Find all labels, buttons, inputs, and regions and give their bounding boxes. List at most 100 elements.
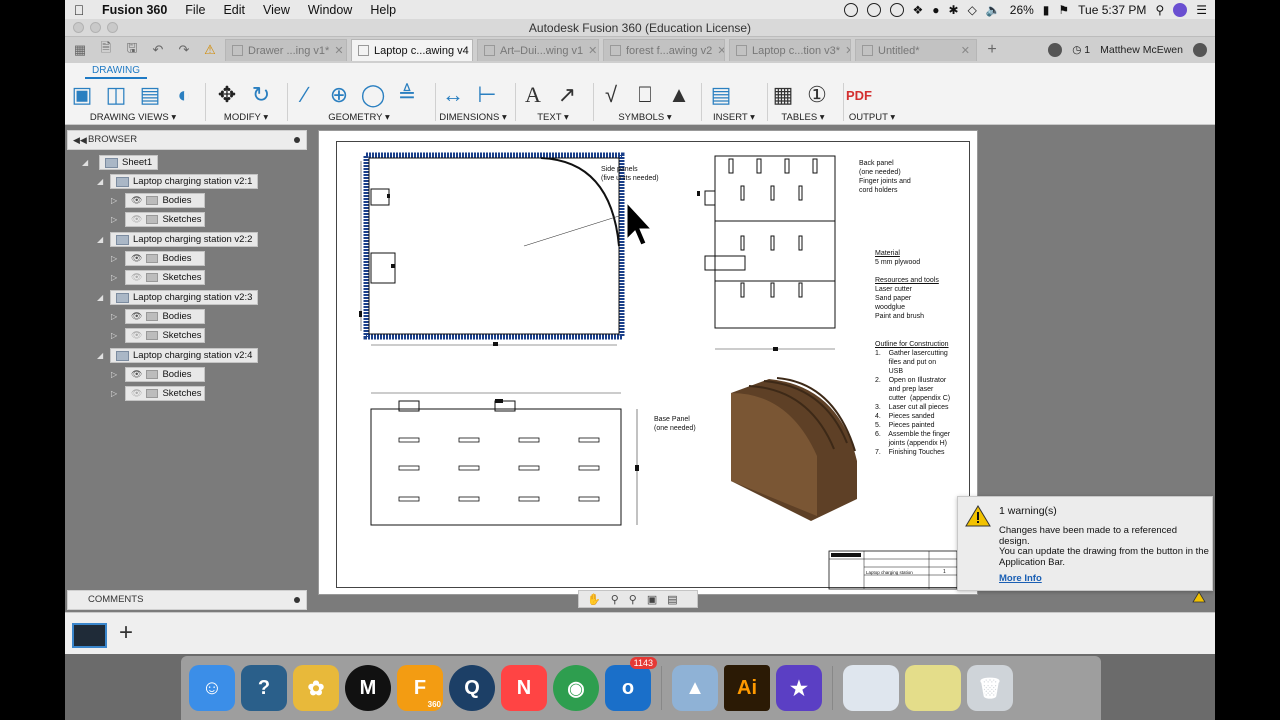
close-tab-icon[interactable]: ✕: [334, 44, 343, 57]
group-label[interactable]: SYMBOLS ▾: [597, 112, 693, 123]
menu-view[interactable]: View: [254, 3, 299, 17]
undo-icon[interactable]: ↶: [147, 40, 169, 60]
apple-menu-icon[interactable]: : [65, 2, 93, 18]
tab-laptop-station-v3[interactable]: Laptop c...tion v3* ✕: [729, 39, 851, 61]
outlook-icon[interactable]: o 1143: [605, 657, 657, 711]
zoom-window-icon[interactable]: [107, 22, 118, 33]
section-view-icon[interactable]: ▤: [136, 82, 164, 108]
tree-sheet[interactable]: Sheet1: [99, 155, 159, 170]
job-status[interactable]: ◷ 1: [1072, 44, 1090, 56]
tab-drawer[interactable]: Drawer ...ing v1* ✕: [225, 39, 347, 61]
text-icon[interactable]: A: [519, 82, 547, 108]
fusion-360-dock-icon[interactable]: F 360: [397, 665, 443, 711]
display-settings-icon[interactable]: ▤: [667, 593, 677, 606]
record-status-icon[interactable]: [843, 2, 858, 17]
move-icon[interactable]: ✥: [213, 82, 241, 108]
tree-bodies[interactable]: 👁 Bodies: [125, 251, 205, 266]
spotlight-search-icon[interactable]: ⚲: [1155, 3, 1164, 17]
expand-arrow-icon[interactable]: ▷: [111, 389, 117, 398]
finder-icon[interactable]: ☺: [189, 665, 235, 711]
flag-icon[interactable]: ⚑: [1058, 3, 1069, 17]
tab-untitled[interactable]: Untitled* ✕: [855, 39, 977, 61]
browser-panel-header[interactable]: ◀◀ BROWSER: [67, 130, 307, 150]
visibility-eye-icon[interactable]: 👁: [131, 329, 142, 342]
group-label[interactable]: DIMENSIONS ▾: [439, 112, 507, 123]
expand-arrow-icon[interactable]: ▷: [111, 273, 117, 282]
user-name[interactable]: Matthew McEwen: [1100, 44, 1183, 56]
close-tab-icon[interactable]: ✕: [845, 44, 850, 57]
close-tab-icon[interactable]: ✕: [588, 44, 597, 57]
group-symbols[interactable]: √ ⎕ ▲ SYMBOLS ▾: [597, 80, 693, 124]
material-title[interactable]: Material: [875, 249, 900, 258]
dimension-icon[interactable]: ↔: [439, 82, 467, 108]
help-viewer-icon[interactable]: ?: [241, 665, 287, 711]
bluetooth-icon[interactable]: ✱: [949, 3, 959, 17]
comments-panel-header[interactable]: COMMENTS: [67, 590, 307, 610]
group-label[interactable]: MODIFY ▾: [213, 112, 279, 123]
group-dimensions[interactable]: ↔ ⊢ DIMENSIONS ▾: [439, 80, 507, 124]
tree-bodies[interactable]: 👁 Bodies: [125, 367, 205, 382]
collapse-panel-icon[interactable]: ◀◀: [73, 131, 87, 149]
expand-arrow-icon[interactable]: ▷: [111, 312, 117, 321]
tab-forest[interactable]: forest f...awing v2 ✕: [603, 39, 725, 61]
clock[interactable]: Tue 5:37 PM: [1078, 3, 1146, 17]
group-label[interactable]: DRAWING VIEWS ▾: [68, 112, 198, 123]
imovie-icon[interactable]: ★: [776, 665, 822, 711]
trash-icon[interactable]: 🗑: [967, 665, 1013, 711]
tree-bodies[interactable]: 👁 Bodies: [125, 193, 205, 208]
back-panel-view[interactable]: [697, 155, 836, 351]
tree-component[interactable]: Laptop charging station v2:1: [110, 174, 259, 189]
group-geometry[interactable]: ∕ ⊕ ◯ ≜ GEOMETRY ▾: [291, 80, 427, 124]
tree-sketches[interactable]: 👁 Sketches: [125, 270, 205, 285]
data-panel-grid-icon[interactable]: ▦: [69, 40, 91, 60]
preview-icon[interactable]: ▲: [672, 665, 718, 711]
expand-arrow-icon[interactable]: ◢: [82, 158, 88, 167]
more-info-link[interactable]: More Info: [999, 573, 1042, 584]
visibility-eye-icon[interactable]: 👁: [131, 271, 142, 284]
add-sheet-icon[interactable]: +: [119, 621, 133, 645]
news-icon[interactable]: N: [501, 665, 547, 711]
tentacle-app-icon[interactable]: ✿: [293, 665, 339, 711]
vpn-shield-icon[interactable]: [889, 2, 904, 17]
quicktime-icon[interactable]: Q: [449, 665, 495, 711]
tree-sketches[interactable]: 👁 Sketches: [125, 212, 205, 227]
expand-arrow-icon[interactable]: ▷: [111, 215, 117, 224]
group-label[interactable]: GEOMETRY ▾: [291, 112, 427, 123]
visibility-eye-icon[interactable]: 👁: [131, 310, 142, 323]
tree-bodies[interactable]: 👁 Bodies: [125, 309, 205, 324]
warning-notification[interactable]: 1 warning(s) Changes have been made to a…: [957, 496, 1213, 591]
pin-panel-icon[interactable]: [294, 137, 300, 143]
close-window-icon[interactable]: [73, 22, 84, 33]
expand-arrow-icon[interactable]: ▷: [111, 370, 117, 379]
side-panel-note[interactable]: Side panels (five units needed): [601, 165, 659, 183]
rotate-icon[interactable]: ↻: [247, 82, 275, 108]
tree-sketches[interactable]: 👁 Sketches: [125, 386, 205, 401]
minimize-window-icon[interactable]: [90, 22, 101, 33]
menu-edit[interactable]: Edit: [214, 3, 254, 17]
mendeley-icon[interactable]: M: [345, 665, 391, 711]
tree-component[interactable]: Laptop charging station v2:4: [110, 348, 259, 363]
zoom-icon[interactable]: ⚲: [611, 593, 619, 606]
siri-icon[interactable]: [1173, 2, 1188, 17]
base-panel-note[interactable]: Base Panel (one needed): [654, 415, 696, 433]
sheet-thumbnail[interactable]: [72, 623, 107, 648]
outline-title[interactable]: Outline for Construction: [875, 340, 949, 349]
surface-texture-icon[interactable]: √: [597, 82, 625, 108]
balloon-icon[interactable]: ①: [803, 82, 831, 108]
workspace-label[interactable]: DRAWING: [85, 65, 147, 79]
back-panel-note[interactable]: Back panel (one needed) Finger joints an…: [859, 159, 911, 195]
fit-icon[interactable]: ▣: [647, 593, 657, 606]
tree-component[interactable]: Laptop charging station v2:3: [110, 290, 259, 305]
center-mark-icon[interactable]: ⊕: [325, 82, 353, 108]
group-modify[interactable]: ✥ ↻ MODIFY ▾: [213, 80, 279, 124]
battery-icon[interactable]: ▮: [1043, 3, 1050, 17]
tab-art-duino[interactable]: Art–Dui...wing v1 ✕: [477, 39, 599, 61]
expand-arrow-icon[interactable]: ◢: [97, 351, 103, 360]
dropbox-icon[interactable]: ❖: [913, 3, 924, 17]
base-view-icon[interactable]: ▣: [68, 82, 96, 108]
volume-icon[interactable]: 🔈: [986, 3, 1001, 17]
table-icon[interactable]: ▦: [769, 82, 797, 108]
tree-component[interactable]: Laptop charging station v2:2: [110, 232, 259, 247]
group-insert[interactable]: ▤ INSERT ▾: [707, 80, 761, 124]
datum-identifier-icon[interactable]: ▲: [665, 82, 693, 108]
